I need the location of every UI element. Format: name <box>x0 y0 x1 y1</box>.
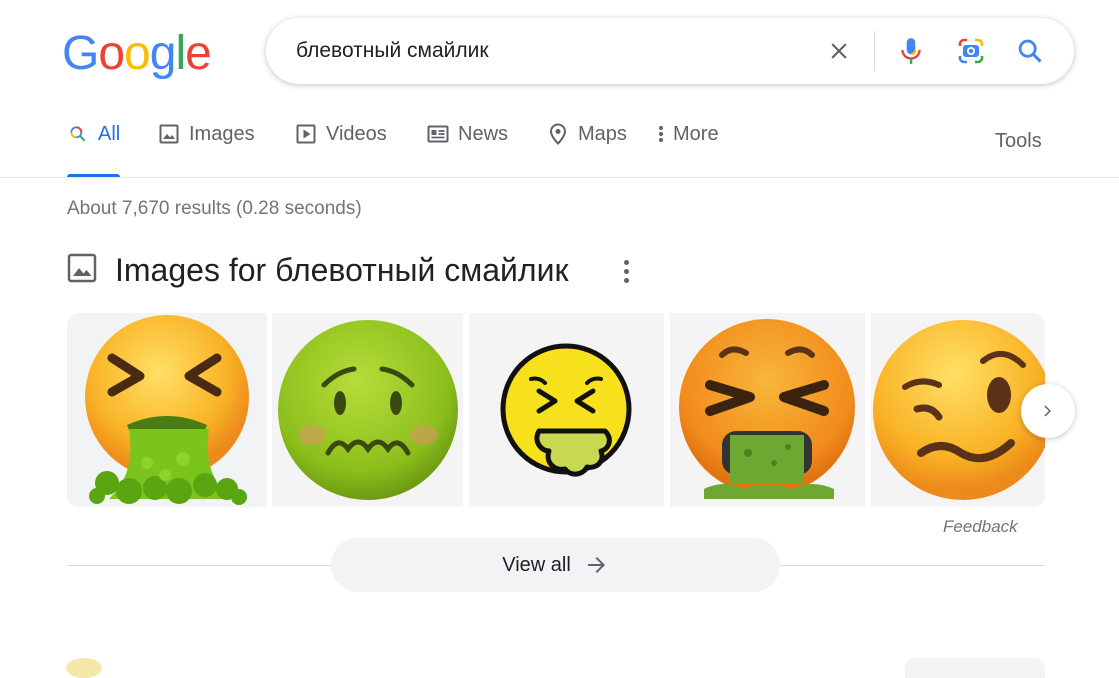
image-thumbnail[interactable] <box>272 313 463 507</box>
image-thumbnail[interactable] <box>871 313 1045 507</box>
more-options-icon[interactable] <box>616 256 636 286</box>
logo-letter: o <box>98 27 125 80</box>
carousel-next-button[interactable] <box>1021 384 1075 438</box>
tab-news[interactable]: News <box>427 120 508 178</box>
next-result-thumbnail <box>905 658 1045 678</box>
tab-label: Videos <box>326 123 387 145</box>
images-section-header: Images for блевотный смайлик <box>67 248 629 292</box>
vomiting-face-emoji-outline-icon <box>469 313 664 507</box>
logo-letter: e <box>185 27 212 80</box>
view-all-button[interactable]: View all <box>331 538 780 592</box>
image-thumbnail[interactable] <box>469 313 664 507</box>
arrow-right-icon <box>585 553 609 577</box>
image-icon <box>67 253 97 288</box>
search-box <box>266 18 1074 84</box>
search-input[interactable] <box>296 18 796 84</box>
nauseated-face-emoji-icon <box>272 313 463 507</box>
more-vertical-icon <box>657 123 665 145</box>
result-stats: About 7,670 results (0.28 seconds) <box>67 198 362 219</box>
newspaper-icon <box>427 123 449 145</box>
tab-label: More <box>673 123 719 145</box>
logo-letter: l <box>175 27 186 80</box>
camera-lens-icon[interactable] <box>955 35 987 67</box>
tab-more[interactable]: More <box>657 120 719 178</box>
images-section-title[interactable]: Images for блевотный смайлик <box>115 252 568 289</box>
tab-maps[interactable]: Maps <box>547 120 627 178</box>
next-result-favicon <box>66 658 102 678</box>
image-carousel <box>67 313 1045 507</box>
microphone-icon[interactable] <box>895 35 927 67</box>
clear-icon[interactable] <box>823 35 855 67</box>
tab-label: News <box>458 123 509 145</box>
tab-label: Maps <box>578 123 627 145</box>
image-icon <box>158 123 180 145</box>
tabs-divider <box>0 177 1119 178</box>
woozy-face-emoji-icon <box>871 313 1045 507</box>
logo-letter: o <box>124 27 151 80</box>
feedback-link[interactable]: Feedback <box>943 517 1018 537</box>
tab-label: Images <box>189 123 255 145</box>
vomiting-face-emoji-apple-icon <box>85 315 249 505</box>
image-thumbnail[interactable] <box>670 313 865 507</box>
play-icon <box>295 123 317 145</box>
tab-all[interactable]: All <box>67 120 121 178</box>
image-thumbnail[interactable] <box>67 313 267 507</box>
tools-button[interactable]: Tools <box>995 130 1042 153</box>
logo-letter: G <box>62 27 99 80</box>
vomiting-face-emoji-google-icon <box>670 313 865 507</box>
logo-letter: g <box>149 27 177 80</box>
google-logo[interactable]: Google <box>62 27 212 80</box>
tab-videos[interactable]: Videos <box>295 120 387 178</box>
search-divider <box>874 31 875 71</box>
map-pin-icon <box>547 123 569 145</box>
chevron-right-icon <box>1044 405 1051 417</box>
search-icon[interactable] <box>1014 35 1046 67</box>
tab-label: All <box>98 123 121 145</box>
tab-images[interactable]: Images <box>158 120 255 178</box>
search-icon <box>67 123 89 145</box>
view-all-label: View all <box>502 553 571 576</box>
